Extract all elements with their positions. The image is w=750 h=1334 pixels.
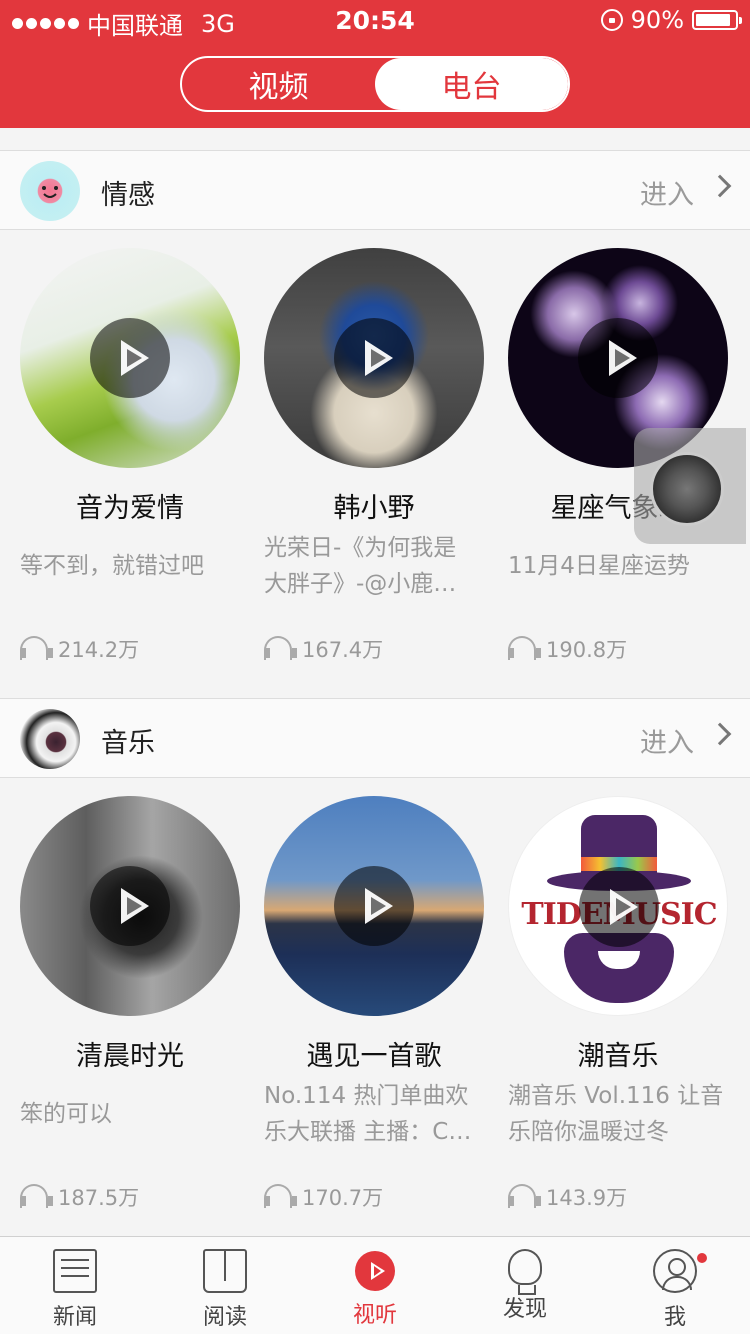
section-enter-link[interactable]: 进入 bbox=[640, 173, 694, 212]
tab-label: 视听 bbox=[352, 1303, 397, 1328]
radio-content: 情感 进入 音为爱情 等不到，就错过吧 214.2万 韩小野 光荣日-《为何我是… bbox=[0, 128, 750, 1236]
status-bar: 中国联通 3G 20:54 90% bbox=[0, 0, 750, 40]
listen-count: 170.7万 bbox=[264, 1182, 383, 1212]
radio-desc-line: 潮音乐 Vol.116 让音 bbox=[508, 1083, 724, 1109]
bottom-tab-bar: 新闻 阅读 视听 发现 我 bbox=[0, 1236, 750, 1334]
listen-count: 167.4万 bbox=[264, 634, 383, 664]
radio-desc: No.114 热门单曲欢 乐大联播 主播：C… bbox=[264, 1078, 484, 1150]
radio-cover[interactable] bbox=[20, 248, 240, 468]
battery-icon bbox=[692, 10, 742, 30]
listen-count-value: 167.4万 bbox=[302, 638, 384, 662]
listen-count-value: 190.8万 bbox=[546, 638, 628, 662]
bulb-icon bbox=[508, 1249, 542, 1295]
assistive-touch-button[interactable] bbox=[634, 428, 746, 544]
tab-video[interactable]: 视频 bbox=[182, 58, 375, 110]
section-avatar bbox=[20, 161, 80, 221]
headphone-icon bbox=[508, 1184, 541, 1210]
tab-me[interactable]: 我 bbox=[600, 1237, 750, 1334]
card-row: 清晨时光 笨的可以 187.5万 遇见一首歌 No.114 热门单曲欢 乐大联播… bbox=[0, 778, 750, 1236]
play-icon[interactable] bbox=[578, 318, 658, 398]
play-icon[interactable] bbox=[90, 866, 170, 946]
section-avatar bbox=[20, 709, 80, 769]
tab-label: 发现 bbox=[502, 1297, 547, 1322]
headphone-icon bbox=[264, 1184, 297, 1210]
top-header: 中国联通 3G 20:54 90% 视频 电台 bbox=[0, 0, 750, 128]
tab-radio[interactable]: 电台 bbox=[375, 58, 568, 110]
headphone-icon bbox=[508, 636, 541, 662]
headphone-icon bbox=[20, 1184, 53, 1210]
section-music: 音乐 进入 清晨时光 笨的可以 187.5万 遇见一首歌 No.114 热门单曲… bbox=[0, 698, 750, 1236]
listen-count: 143.9万 bbox=[508, 1182, 627, 1212]
radio-desc: 11月4日星座运势 bbox=[508, 553, 690, 579]
battery-group: 90% bbox=[600, 6, 742, 34]
listen-count-value: 143.9万 bbox=[546, 1186, 628, 1210]
radio-cover[interactable] bbox=[20, 796, 240, 1016]
listen-count: 187.5万 bbox=[20, 1182, 139, 1212]
tab-label: 新闻 bbox=[52, 1305, 97, 1330]
rotation-lock-icon bbox=[600, 9, 623, 31]
section-title: 情感 bbox=[101, 180, 155, 211]
radio-desc-line: No.114 热门单曲欢 bbox=[264, 1083, 469, 1109]
radio-cover[interactable] bbox=[264, 796, 484, 1016]
tab-label: 阅读 bbox=[202, 1305, 247, 1330]
notification-badge bbox=[697, 1253, 707, 1263]
user-icon bbox=[653, 1249, 697, 1293]
headphone-icon bbox=[20, 636, 53, 662]
play-icon[interactable] bbox=[334, 866, 414, 946]
play-icon[interactable] bbox=[334, 318, 414, 398]
section-title: 音乐 bbox=[101, 728, 155, 759]
radio-cover[interactable]: TIDEMUSIC bbox=[508, 796, 728, 1016]
radio-desc-line: 乐陪你温暖过冬 bbox=[508, 1119, 669, 1145]
radio-title: 音为爱情 bbox=[76, 493, 184, 524]
news-icon bbox=[53, 1249, 97, 1293]
section-header[interactable]: 音乐 进入 bbox=[0, 698, 750, 778]
listen-count-value: 187.5万 bbox=[58, 1186, 140, 1210]
radio-desc-line: 乐大联播 主播：C… bbox=[264, 1119, 472, 1145]
tab-discover[interactable]: 发现 bbox=[450, 1237, 600, 1334]
play-icon bbox=[355, 1251, 395, 1291]
play-icon[interactable] bbox=[90, 318, 170, 398]
tab-media[interactable]: 视听 bbox=[300, 1237, 450, 1334]
listen-count-value: 214.2万 bbox=[58, 638, 140, 662]
chevron-right-icon[interactable] bbox=[708, 174, 732, 198]
headphone-icon bbox=[264, 636, 297, 662]
chevron-right-icon[interactable] bbox=[708, 722, 732, 746]
radio-title: 遇见一首歌 bbox=[306, 1041, 442, 1072]
section-emotion: 情感 进入 音为爱情 等不到，就错过吧 214.2万 韩小野 光荣日-《为何我是… bbox=[0, 150, 750, 692]
radio-desc-line: 光荣日-《为何我是 bbox=[264, 535, 457, 561]
play-icon[interactable] bbox=[579, 867, 659, 947]
listen-count-value: 170.7万 bbox=[302, 1186, 384, 1210]
radio-desc: 潮音乐 Vol.116 让音 乐陪你温暖过冬 bbox=[508, 1078, 728, 1150]
radio-title: 清晨时光 bbox=[76, 1041, 184, 1072]
listen-count: 214.2万 bbox=[20, 634, 139, 664]
radio-desc: 笨的可以 bbox=[20, 1101, 112, 1127]
radio-desc-line: 大胖子》-@小鹿… bbox=[264, 571, 457, 597]
section-header[interactable]: 情感 进入 bbox=[0, 150, 750, 230]
radio-desc: 等不到，就错过吧 bbox=[20, 553, 204, 579]
tab-label: 我 bbox=[663, 1305, 686, 1330]
section-enter-link[interactable]: 进入 bbox=[640, 721, 694, 760]
listen-count: 190.8万 bbox=[508, 634, 627, 664]
battery-percent: 90% bbox=[630, 6, 684, 34]
tab-read[interactable]: 阅读 bbox=[150, 1237, 300, 1334]
radio-cover[interactable] bbox=[264, 248, 484, 468]
segmented-control: 视频 电台 bbox=[180, 56, 570, 112]
radio-desc: 光荣日-《为何我是 大胖子》-@小鹿… bbox=[264, 530, 484, 602]
book-icon bbox=[203, 1249, 247, 1293]
tab-news[interactable]: 新闻 bbox=[0, 1237, 150, 1334]
radio-title: 潮音乐 bbox=[577, 1041, 659, 1072]
radio-title: 韩小野 bbox=[333, 493, 415, 524]
